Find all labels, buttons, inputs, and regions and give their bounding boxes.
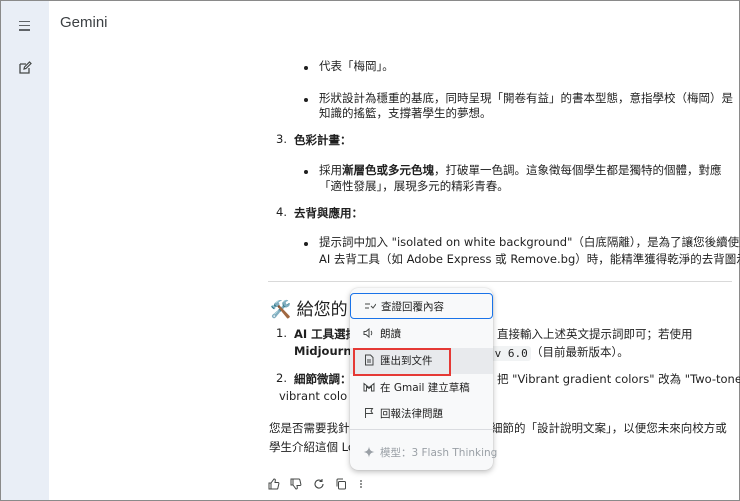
bullet: [304, 66, 308, 70]
list-item: 形狀設計為穩重的基底，同時呈現「開卷有益」的書本型態，意指學校（梅岡）是: [319, 91, 733, 105]
section-title: 去背與應用：: [294, 206, 363, 220]
model-info: 模型：3 Flash Thinking: [350, 440, 497, 466]
list-item-bold: AI 工具選擇: [294, 327, 358, 341]
menu-item-report-legal[interactable]: 回報法律問題: [350, 401, 493, 427]
list-item: 直接輸入上述英文提示詞即可；若使用: [497, 327, 693, 341]
closing-text: 細節的「設計說明文案」，以便您未來向校方或: [491, 421, 727, 435]
menu-item-read-aloud[interactable]: 朗讀: [350, 321, 493, 347]
flag-icon: [362, 407, 375, 420]
closing-text: 學生介紹這個 Lo: [269, 440, 355, 454]
closing-text: 您是否需要我針: [269, 421, 350, 435]
bullet: [304, 98, 308, 102]
menu-divider: [350, 429, 493, 430]
section-heading: 🛠️ 給您的: [270, 300, 348, 320]
sparkle-icon: [362, 446, 375, 459]
list-item-bold: 細節微調：: [294, 372, 352, 386]
copy-icon[interactable]: [335, 475, 347, 490]
list-number: 2.: [276, 371, 287, 385]
bullet: [304, 242, 308, 246]
side-rail: [1, 1, 49, 500]
double-check-icon: [363, 300, 376, 313]
new-chat-icon[interactable]: [18, 60, 34, 76]
thumbs-down-icon[interactable]: [290, 475, 302, 490]
bullet: [304, 170, 308, 174]
list-item: 提示詞中加入 "isolated on white background"（白底…: [319, 235, 740, 249]
menu-item-gmail-draft[interactable]: 在 Gmail 建立草稿: [350, 375, 493, 401]
app-title: Gemini: [60, 14, 108, 31]
thumbs-up-icon[interactable]: [268, 475, 280, 490]
list-item-cont: 「適性發展」，展現多元的精彩青春。: [319, 179, 509, 193]
menu-icon[interactable]: [17, 18, 33, 32]
list-item: 代表「梅岡」。: [319, 59, 394, 73]
context-menu: 查證回覆內容 朗讀 匯出到文件 在 Gmail 建立草稿 回報法律問題 模型：3…: [350, 288, 497, 470]
highlight-annotation: [353, 348, 451, 376]
gmail-icon: [362, 381, 375, 394]
list-number: 4.: [276, 205, 287, 219]
regenerate-icon[interactable]: [313, 475, 325, 489]
more-options-icon[interactable]: [358, 475, 364, 489]
list-item: 採用漸層色或多元色塊，打破單一色調。這象徵每個學生都是獨特的個體，對應: [319, 163, 722, 177]
list-item-cont: AI 去背工具（如 Adobe Express 或 Remove.bg）時，能精…: [319, 252, 740, 266]
list-item: 把 "Vibrant gradient colors" 改為 "Two-tone: [497, 372, 740, 386]
section-title: 色彩計畫：: [294, 133, 352, 147]
menu-item-verify[interactable]: 查證回覆內容: [350, 293, 493, 319]
list-number: 3.: [276, 132, 287, 146]
divider: [268, 281, 732, 282]
list-item-cont: vibrant colo: [279, 389, 348, 403]
speaker-icon: [362, 327, 375, 340]
tools-icon: 🛠️: [270, 300, 292, 320]
list-item: （目前最新版本）。: [531, 345, 629, 359]
list-item-cont: 知識的搖籃，支撐著學生的夢想。: [319, 106, 492, 120]
list-number: 1.: [276, 326, 287, 340]
